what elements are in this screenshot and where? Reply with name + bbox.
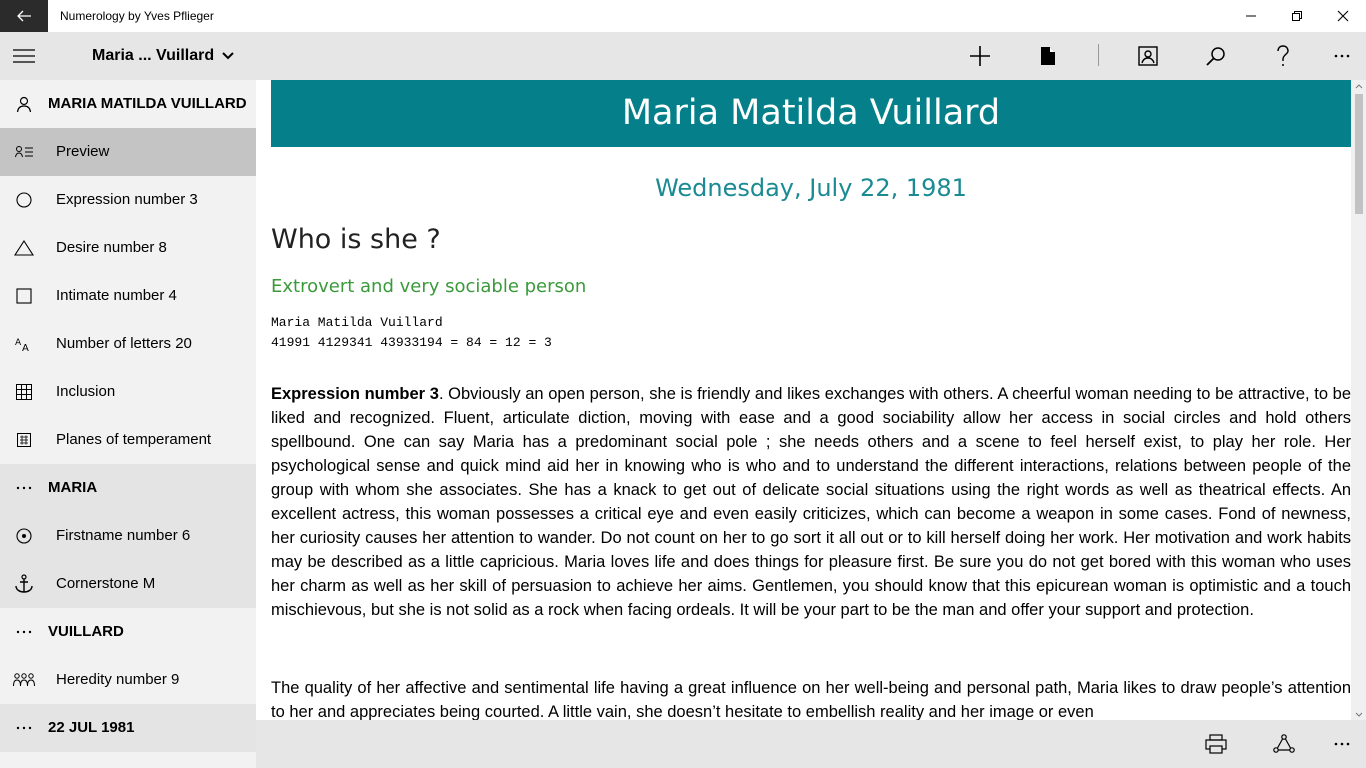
square-icon [12, 284, 36, 308]
person-selector-label: Maria ... Vuillard [92, 47, 215, 64]
sidebar-item-label: Intimate number 4 [56, 287, 177, 304]
sidebar-group-lastname[interactable]: VUILLARD [0, 608, 256, 656]
sidebar-item-label: Cornerstone M [56, 575, 156, 592]
bottom-more-button[interactable] [1318, 720, 1366, 768]
expression-paragraph-text: . Obviously an open person, she is frien… [271, 385, 1351, 619]
restore-button[interactable] [1274, 0, 1320, 32]
hamburger-menu-button[interactable] [0, 32, 48, 80]
print-button[interactable] [1192, 720, 1240, 768]
calculation-number-line: 41991 4129341 43933194 = 84 = 12 = 3 [271, 335, 552, 350]
search-button[interactable] [1192, 32, 1240, 80]
scroll-up-arrow-icon[interactable] [1351, 80, 1366, 92]
sidebar-item-label: 22 JUL 1981 [48, 719, 135, 736]
expression-paragraph-title: Expression number 3 [271, 385, 439, 403]
target-icon [12, 524, 36, 548]
scrollbar-thumb[interactable] [1355, 94, 1363, 214]
section-subheading: Extrovert and very sociable person [271, 276, 587, 297]
sidebar-item-planes[interactable]: Planes of temperament [0, 416, 256, 464]
sidebar-item-label: MARIA MATILDA VUILLARD [48, 95, 247, 112]
help-icon [1277, 45, 1289, 66]
vertical-scrollbar[interactable] [1351, 80, 1366, 720]
triangle-icon [12, 236, 36, 260]
restore-icon [1292, 11, 1302, 21]
title-bar: Numerology by Yves Pflieger [0, 0, 1366, 32]
section-heading: Who is she ? [271, 224, 441, 255]
more-icon [12, 620, 36, 644]
back-button[interactable] [0, 0, 48, 32]
search-icon [1206, 47, 1225, 66]
sidebar-item-intimate[interactable]: Intimate number 4 [0, 272, 256, 320]
birth-date: Wednesday, July 22, 1981 [655, 174, 967, 202]
person-selector[interactable]: Maria ... Vuillard [92, 32, 234, 80]
scroll-down-arrow-icon[interactable] [1351, 708, 1366, 720]
name-banner: Maria Matilda Vuillard [271, 80, 1351, 147]
more-icon [12, 716, 36, 740]
hamburger-icon [13, 49, 35, 63]
help-button[interactable] [1259, 32, 1307, 80]
minimize-icon [1246, 15, 1256, 17]
sidebar-item-letters[interactable]: AA Number of letters 20 [0, 320, 256, 368]
preview-icon [12, 140, 36, 164]
more-icon [12, 476, 36, 500]
share-icon [1273, 734, 1295, 753]
bottom-command-bar [256, 720, 1366, 768]
sidebar-item-preview[interactable]: Preview [0, 128, 256, 176]
sidebar-item-label: Desire number 8 [56, 239, 167, 256]
contact-card-icon [1138, 46, 1158, 66]
anchor-icon [12, 572, 36, 596]
close-button[interactable] [1320, 0, 1366, 32]
family-icon [12, 668, 36, 692]
chevron-down-icon [222, 52, 234, 60]
sidebar-item-cornerstone[interactable]: Cornerstone M [0, 560, 256, 608]
sidebar-item-firstname-number[interactable]: Firstname number 6 [0, 512, 256, 560]
contact-card-button[interactable] [1124, 32, 1172, 80]
sidebar-item-label: Number of letters 20 [56, 335, 192, 352]
calculation-name-line: Maria Matilda Vuillard [271, 315, 443, 330]
sidebar-item-label: Firstname number 6 [56, 527, 191, 544]
person-icon [12, 92, 36, 116]
sidebar-item-person[interactable]: MARIA MATILDA VUILLARD [0, 80, 256, 128]
sidebar-item-label: MARIA [48, 479, 98, 496]
minimize-button[interactable] [1228, 0, 1274, 32]
command-bar: Maria ... Vuillard [0, 32, 1366, 80]
sidebar-item-label: Heredity number 9 [56, 671, 180, 688]
planes-icon [12, 428, 36, 452]
close-icon [1337, 10, 1349, 22]
sidebar: MARIA MATILDA VUILLARD Preview Expressio… [0, 80, 256, 768]
sidebar-item-label: Planes of temperament [56, 431, 212, 448]
print-icon [1205, 734, 1227, 754]
sidebar-item-heredity[interactable]: Heredity number 9 [0, 656, 256, 704]
sidebar-item-expression[interactable]: Expression number 3 [0, 176, 256, 224]
sidebar-group-firstname[interactable]: MARIA [0, 464, 256, 512]
svg-text:A: A [15, 338, 22, 348]
sidebar-item-label: Preview [56, 143, 110, 160]
more-options-button[interactable] [1318, 32, 1366, 80]
document-button[interactable] [1024, 32, 1072, 80]
back-arrow-icon [17, 10, 31, 22]
sidebar-item-label: Inclusion [56, 383, 116, 400]
sidebar-item-label: VUILLARD [48, 623, 124, 640]
expression-paragraph: Expression number 3. Obviously an open p… [271, 382, 1351, 622]
app-title: Numerology by Yves Pflieger [60, 9, 214, 23]
document-icon [1041, 47, 1055, 65]
calculation-block: Maria Matilda Vuillard 41991 4129341 4393… [271, 313, 552, 353]
share-button[interactable] [1260, 720, 1308, 768]
more-icon [1334, 54, 1350, 58]
sidebar-item-desire[interactable]: Desire number 8 [0, 224, 256, 272]
affective-paragraph: The quality of her affective and sentime… [271, 679, 1351, 720]
sidebar-item-label: Expression number 3 [56, 191, 198, 208]
report-preview[interactable]: Maria Matilda Vuillard Wednesday, July 2… [256, 80, 1366, 720]
sidebar-group-birthdate[interactable]: 22 JUL 1981 [0, 704, 256, 752]
sidebar-item-inclusion[interactable]: Inclusion [0, 368, 256, 416]
more-icon [1334, 742, 1350, 746]
plus-icon [970, 46, 990, 66]
add-button[interactable] [956, 32, 1004, 80]
svg-text:A: A [22, 343, 29, 352]
circle-icon [12, 188, 36, 212]
grid-icon [12, 380, 36, 404]
toolbar-separator [1098, 44, 1099, 66]
letters-icon: AA [12, 332, 36, 356]
